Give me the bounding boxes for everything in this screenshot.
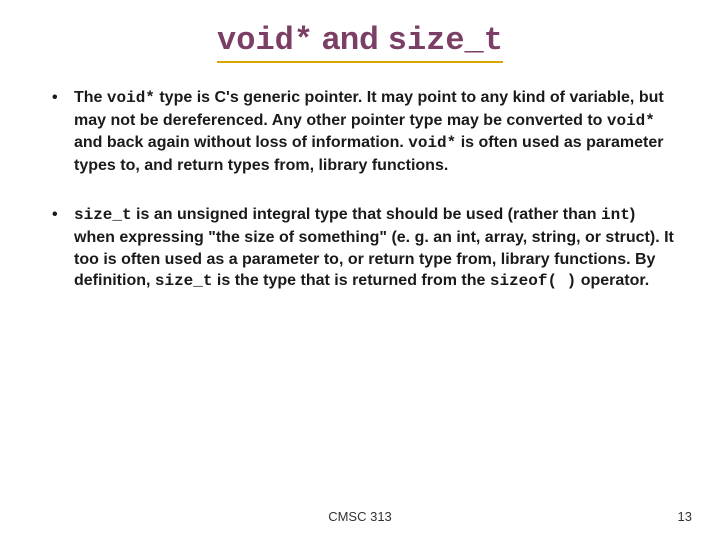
footer-course: CMSC 313 (0, 509, 720, 524)
b2-code-4: sizeof( ) (490, 272, 576, 290)
b2-text-4: operator. (576, 272, 649, 289)
bullet-2: size_t is an unsigned integral type that… (46, 204, 680, 292)
b1-text-1: The (74, 89, 107, 106)
title-and: and (313, 20, 388, 56)
b1-code-1: void* (107, 89, 155, 107)
bullet-1: The void* type is C's generic pointer. I… (46, 87, 680, 176)
b1-code-2: void* (607, 112, 655, 130)
slide-title: void* and size_t (40, 20, 680, 63)
b2-code-1: size_t (74, 206, 132, 224)
b1-code-3: void* (408, 134, 456, 152)
b1-text-2: type is C's generic pointer. It may poin… (74, 89, 664, 129)
b1-text-3: and back again without loss of informati… (74, 134, 408, 151)
b2-text-1: is an unsigned integral type that should… (132, 206, 601, 223)
b2-text-3: is the type that is returned from the (212, 272, 489, 289)
slide: void* and size_t The void* type is C's g… (0, 0, 720, 540)
title-code-sizet: size_t (388, 22, 503, 59)
b2-code-2: int (601, 206, 630, 224)
b2-code-3: size_t (155, 272, 213, 290)
bullet-list: The void* type is C's generic pointer. I… (40, 87, 680, 293)
footer-page-number: 13 (678, 509, 692, 524)
title-code-voidstar: void* (217, 22, 313, 59)
